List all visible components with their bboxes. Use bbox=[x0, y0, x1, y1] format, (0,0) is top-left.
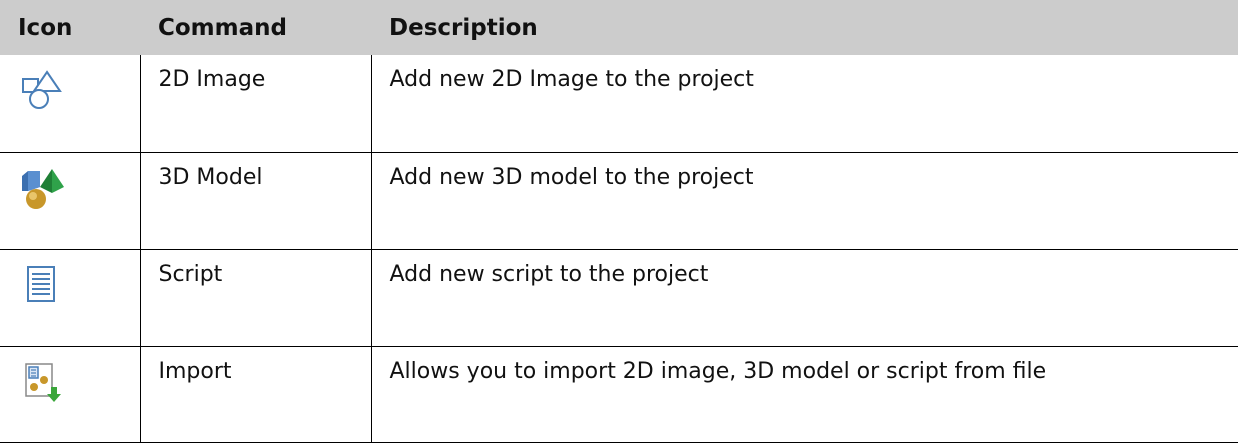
icon-cell bbox=[0, 151, 141, 250]
description-cell: Add new 3D model to the project bbox=[370, 151, 1238, 250]
description-cell: Add new 2D Image to the project bbox=[370, 55, 1238, 153]
command-cell: Script bbox=[139, 248, 372, 347]
header-icon: Icon bbox=[18, 14, 73, 41]
table-header-row: Icon Command Description bbox=[0, 0, 1238, 55]
command-cell: Import bbox=[139, 345, 372, 443]
table-row: 3D Model Add new 3D model to the project bbox=[0, 151, 1238, 250]
description-cell: Add new script to the project bbox=[370, 248, 1238, 347]
import-file-icon bbox=[25, 362, 61, 402]
command-cell: 2D Image bbox=[139, 55, 372, 153]
header-description: Description bbox=[389, 14, 538, 41]
command-cell: 3D Model bbox=[139, 151, 372, 250]
2d-image-shapes-icon bbox=[22, 70, 62, 109]
3d-model-shapes-icon bbox=[22, 168, 64, 209]
table-row: 2D Image Add new 2D Image to the project bbox=[0, 55, 1238, 153]
description-cell: Allows you to import 2D image, 3D model … bbox=[370, 345, 1238, 443]
icon-cell bbox=[0, 345, 141, 443]
table-row: Script Add new script to the project bbox=[0, 248, 1238, 347]
script-document-icon bbox=[27, 265, 55, 302]
icon-cell bbox=[0, 55, 141, 153]
header-command: Command bbox=[158, 14, 287, 41]
commands-table: Icon Command Description 2D Image Add ne… bbox=[0, 0, 1238, 443]
icon-cell bbox=[0, 248, 141, 347]
table-row: Import Allows you to import 2D image, 3D… bbox=[0, 345, 1238, 443]
